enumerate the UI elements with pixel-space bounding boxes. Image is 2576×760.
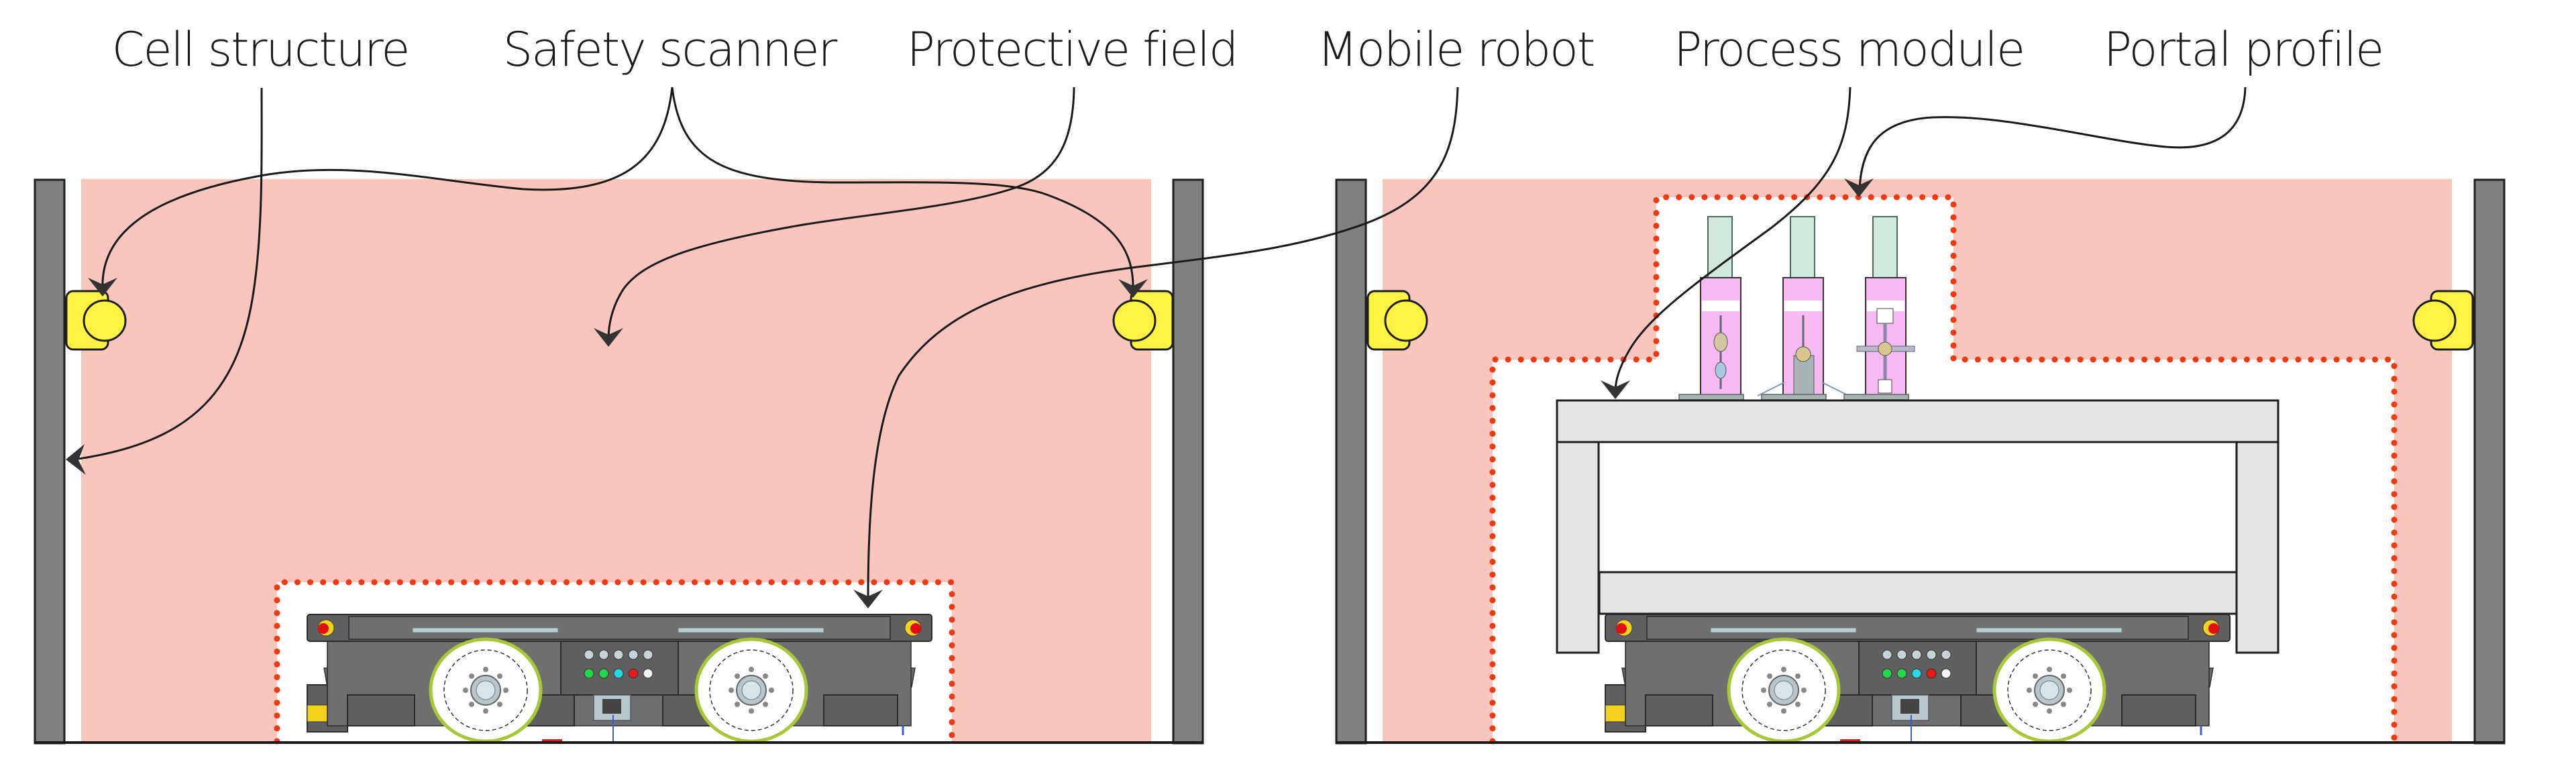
cell-wall-left bbox=[1335, 178, 1367, 745]
label-cell-structure: Cell structure bbox=[112, 22, 409, 77]
leader-portal-profile bbox=[1858, 87, 2247, 190]
callout-labels: Cell structure Safety scanner Protective… bbox=[112, 22, 2385, 77]
label-mobile-robot: Mobile robot bbox=[1318, 22, 1595, 77]
label-process-module: Process module bbox=[1674, 22, 2024, 77]
diagram-canvas: Cell structure Safety scanner Protective… bbox=[34, 22, 2506, 745]
cell-wall-right bbox=[2473, 178, 2506, 745]
cell-wall-left bbox=[34, 178, 66, 745]
scene-robot-with-portal bbox=[1335, 178, 2506, 745]
label-safety-scanner: Safety scanner bbox=[503, 22, 838, 77]
mobile-robot bbox=[1605, 614, 2230, 742]
process-module bbox=[1678, 216, 1915, 400]
label-protective-field: Protective field bbox=[907, 22, 1238, 77]
label-portal-profile: Portal profile bbox=[2104, 22, 2383, 77]
cell-wall-right bbox=[1172, 178, 1204, 745]
scene-robot-only bbox=[34, 178, 1204, 745]
mobile-robot bbox=[307, 614, 932, 742]
